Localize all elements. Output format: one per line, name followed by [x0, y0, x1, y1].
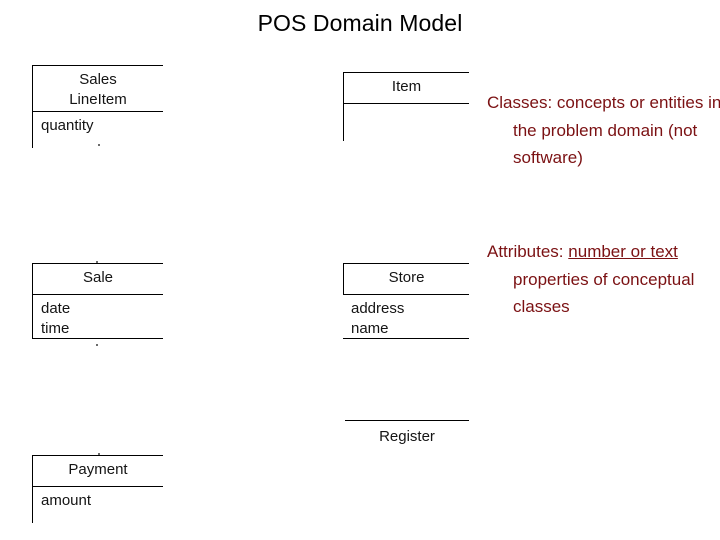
scan-speck	[98, 144, 100, 146]
uml-class-sale[interactable]: Sale date time	[32, 263, 163, 339]
uml-class-name-sales-lineitem: Sales LineItem	[32, 65, 163, 111]
scan-speck	[96, 344, 98, 346]
uml-class-name-item: Item	[343, 72, 469, 103]
uml-class-name-line-2: LineItem	[69, 90, 127, 108]
uml-attribute: amount	[41, 492, 92, 509]
note-classes-lead: Classes:	[487, 93, 553, 112]
uml-class-payment[interactable]: Payment amount	[32, 455, 163, 523]
uml-class-register[interactable]: Register	[345, 420, 469, 450]
note-attributes-emphasis: number or text	[568, 242, 678, 261]
uml-attribute-compartment-store: address name	[343, 294, 469, 339]
uml-class-store[interactable]: Store address name	[343, 263, 469, 339]
uml-attribute-compartment-item	[343, 103, 469, 141]
uml-class-sales-lineitem[interactable]: Sales LineItem quantity	[32, 65, 163, 148]
uml-class-name-sale: Sale	[32, 263, 163, 294]
note-attributes-lead: Attributes:	[487, 242, 564, 261]
slide-canvas: POS Domain Model Sales LineItem quantity…	[0, 0, 720, 540]
uml-attribute-compartment-sale: date time	[32, 294, 163, 339]
uml-attribute: time	[41, 320, 70, 338]
uml-class-name-line-1: Payment	[68, 461, 128, 478]
uml-class-name-line-1: Sales	[79, 71, 117, 88]
uml-class-name-line-1: Sale	[82, 269, 114, 286]
uml-class-name-line-1: Store	[388, 269, 425, 286]
uml-attribute-compartment-payment: amount	[32, 486, 163, 523]
scan-speck	[98, 453, 100, 455]
uml-class-item[interactable]: Item	[343, 72, 469, 141]
uml-attribute: date	[41, 300, 71, 317]
uml-class-name-line-1: Item	[391, 78, 422, 95]
uml-attribute: address	[351, 300, 405, 317]
uml-class-name-register: Register	[345, 420, 469, 450]
uml-class-name-payment: Payment	[32, 455, 163, 486]
note-classes: Classes: concepts or entities in the pro…	[487, 89, 720, 172]
uml-class-name-line-1: Register	[379, 428, 435, 445]
scan-speck	[96, 261, 98, 263]
uml-attribute: quantity	[41, 117, 94, 134]
uml-class-name-store: Store	[343, 263, 469, 294]
note-attributes-body: properties of conceptual classes	[513, 269, 695, 317]
uml-attribute: name	[351, 320, 389, 338]
note-attributes: Attributes: number or text properties of…	[487, 238, 720, 321]
page-title: POS Domain Model	[257, 10, 463, 36]
uml-attribute-compartment-sales-lineitem: quantity	[32, 111, 163, 148]
